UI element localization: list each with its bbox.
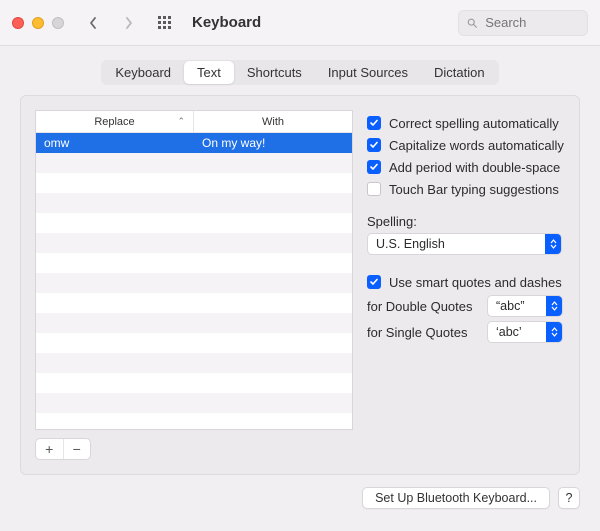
search-input[interactable] <box>483 14 579 31</box>
double-quotes-row: for Double Quotes “abc” <box>367 293 565 319</box>
table-row[interactable] <box>36 273 352 293</box>
single-quotes-label: for Single Quotes <box>367 325 479 340</box>
option-smart-quotes[interactable]: Use smart quotes and dashes <box>367 271 565 293</box>
add-button[interactable]: + <box>36 439 64 459</box>
column-replace-label: Replace <box>94 116 134 128</box>
remove-button[interactable]: − <box>64 439 91 459</box>
tab-bar: Keyboard Text Shortcuts Input Sources Di… <box>0 60 600 85</box>
content-panel: Replace ⌃ With omw On my way! <box>20 95 580 475</box>
table-row[interactable] <box>36 153 352 173</box>
option-label: Add period with double-space <box>389 160 560 175</box>
dropdown-stepper-icon <box>546 296 562 316</box>
search-field[interactable] <box>458 10 588 36</box>
tab-text[interactable]: Text <box>184 61 234 84</box>
replacements-section: Replace ⌃ With omw On my way! <box>35 110 353 460</box>
option-label: Touch Bar typing suggestions <box>389 182 559 197</box>
table-row[interactable] <box>36 233 352 253</box>
table-row[interactable] <box>36 373 352 393</box>
column-with-label: With <box>262 116 284 128</box>
zoom-window-icon <box>52 17 64 29</box>
close-window-icon[interactable] <box>12 17 24 29</box>
table-body: omw On my way! <box>36 133 352 429</box>
option-double-space-period[interactable]: Add period with double-space <box>367 156 565 178</box>
show-all-button[interactable] <box>152 11 178 35</box>
checkbox-icon[interactable] <box>367 275 381 289</box>
cell-with[interactable]: On my way! <box>194 133 352 153</box>
options-section: Correct spelling automatically Capitaliz… <box>367 110 565 460</box>
table-row[interactable] <box>36 173 352 193</box>
table-row[interactable] <box>36 353 352 373</box>
option-correct-spelling[interactable]: Correct spelling automatically <box>367 112 565 134</box>
titlebar: Keyboard <box>0 0 600 46</box>
double-quotes-select[interactable]: “abc” <box>487 295 563 317</box>
cell-replace[interactable]: omw <box>36 133 194 153</box>
help-button[interactable]: ? <box>558 487 580 509</box>
checkbox-icon[interactable] <box>367 160 381 174</box>
table-header: Replace ⌃ With <box>36 111 352 133</box>
window-controls <box>12 17 64 29</box>
checkbox-icon[interactable] <box>367 138 381 152</box>
tab-input-sources[interactable]: Input Sources <box>315 61 421 84</box>
single-quotes-row: for Single Quotes ‘abc’ <box>367 319 565 345</box>
table-row[interactable] <box>36 313 352 333</box>
table-row[interactable] <box>36 193 352 213</box>
column-with[interactable]: With <box>194 111 352 132</box>
minimize-window-icon[interactable] <box>32 17 44 29</box>
single-quotes-select[interactable]: ‘abc’ <box>487 321 563 343</box>
forward-button <box>116 11 142 35</box>
spelling-label: Spelling: <box>367 214 565 229</box>
dropdown-stepper-icon <box>545 234 561 254</box>
spelling-value: U.S. English <box>376 237 545 251</box>
tab-keyboard[interactable]: Keyboard <box>102 61 184 84</box>
table-row[interactable] <box>36 253 352 273</box>
search-icon <box>467 17 477 29</box>
sort-indicator-icon: ⌃ <box>177 116 185 127</box>
replacements-table[interactable]: Replace ⌃ With omw On my way! <box>35 110 353 430</box>
column-replace[interactable]: Replace ⌃ <box>36 111 194 132</box>
option-label: Capitalize words automatically <box>389 138 564 153</box>
bottom-bar: Set Up Bluetooth Keyboard... ? <box>0 487 600 523</box>
checkbox-icon[interactable] <box>367 182 381 196</box>
single-quotes-value: ‘abc’ <box>496 325 546 339</box>
option-capitalize[interactable]: Capitalize words automatically <box>367 134 565 156</box>
dropdown-stepper-icon <box>546 322 562 342</box>
back-button[interactable] <box>80 11 106 35</box>
table-row[interactable] <box>36 213 352 233</box>
table-row[interactable] <box>36 333 352 353</box>
tab-shortcuts[interactable]: Shortcuts <box>234 61 315 84</box>
spelling-select[interactable]: U.S. English <box>367 233 562 255</box>
double-quotes-label: for Double Quotes <box>367 299 479 314</box>
option-touch-bar[interactable]: Touch Bar typing suggestions <box>367 178 565 200</box>
table-row[interactable] <box>36 293 352 313</box>
table-row[interactable]: omw On my way! <box>36 133 352 153</box>
tab-dictation[interactable]: Dictation <box>421 61 498 84</box>
bluetooth-keyboard-button[interactable]: Set Up Bluetooth Keyboard... <box>362 487 550 509</box>
tabs: Keyboard Text Shortcuts Input Sources Di… <box>101 60 498 85</box>
option-label: Use smart quotes and dashes <box>389 275 562 290</box>
checkbox-icon[interactable] <box>367 116 381 130</box>
option-label: Correct spelling automatically <box>389 116 559 131</box>
table-add-remove: + − <box>35 438 91 460</box>
double-quotes-value: “abc” <box>496 299 546 313</box>
window-title: Keyboard <box>192 14 261 31</box>
table-row[interactable] <box>36 393 352 413</box>
table-row[interactable] <box>36 413 352 429</box>
